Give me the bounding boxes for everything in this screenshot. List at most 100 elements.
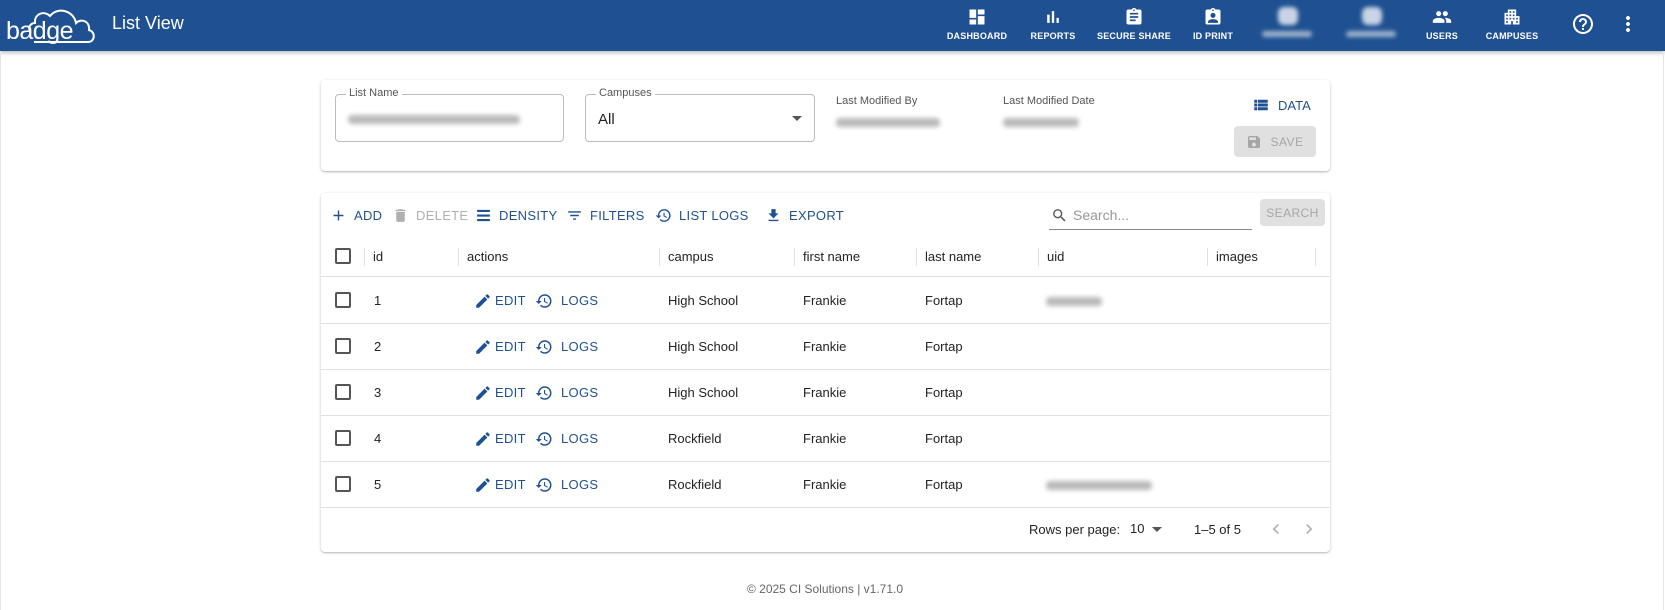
density-button[interactable]: DENSITY bbox=[475, 203, 557, 227]
nav-item-redacted-1[interactable] bbox=[1258, 7, 1316, 41]
column-header-campus[interactable]: campus bbox=[659, 236, 714, 277]
save-button[interactable]: SAVE bbox=[1234, 126, 1316, 157]
list-name-field[interactable]: List Name bbox=[335, 87, 564, 142]
row-checkbox[interactable] bbox=[335, 430, 351, 446]
list-details-card: List Name Campuses All Last Modified By … bbox=[321, 80, 1330, 171]
plus-icon bbox=[333, 210, 344, 220]
save-icon bbox=[1248, 135, 1261, 148]
table-row[interactable]: 4 EDIT LOGS Rockfield Frankie Fortap bbox=[321, 416, 1330, 462]
edit-button[interactable]: EDIT bbox=[474, 462, 526, 507]
edit-button[interactable]: EDIT bbox=[474, 370, 526, 415]
bar-chart-icon bbox=[1047, 11, 1059, 23]
redacted-label bbox=[1262, 31, 1312, 37]
page-title: List View bbox=[112, 13, 184, 33]
right-border bbox=[1663, 51, 1664, 610]
edit-button[interactable]: EDIT bbox=[474, 416, 526, 461]
column-header-actions[interactable]: actions bbox=[458, 236, 508, 277]
list-logs-button[interactable]: LIST LOGS bbox=[655, 203, 749, 227]
row-checkbox[interactable] bbox=[335, 338, 351, 354]
trash-icon bbox=[395, 208, 406, 222]
select-all-checkbox[interactable] bbox=[335, 248, 351, 264]
more-menu-button[interactable] bbox=[1616, 12, 1640, 36]
data-button[interactable]: DATA bbox=[1252, 96, 1311, 114]
badge-logo[interactable]: badge bbox=[4, 4, 96, 46]
cell-campus: High School bbox=[668, 293, 739, 308]
edit-button[interactable]: EDIT bbox=[474, 324, 526, 369]
table-row[interactable]: 5 EDIT LOGS Rockfield Frankie Fortap bbox=[321, 462, 1330, 508]
search-box bbox=[1049, 201, 1252, 230]
column-header-id[interactable]: id bbox=[364, 236, 383, 277]
row-checkbox[interactable] bbox=[335, 476, 351, 492]
nav-reports-label: REPORTS bbox=[1030, 31, 1076, 41]
logs-label: LOGS bbox=[561, 339, 599, 354]
cell-id: 3 bbox=[374, 385, 382, 400]
edit-label: EDIT bbox=[495, 339, 526, 354]
nav-id-print[interactable]: ID PRINT bbox=[1190, 7, 1236, 43]
cell-campus: Rockfield bbox=[668, 431, 722, 446]
column-header-images[interactable]: images bbox=[1207, 236, 1258, 277]
chevron-left-icon bbox=[1272, 524, 1279, 534]
logs-button[interactable]: LOGS bbox=[535, 370, 598, 415]
rows-per-page-select[interactable]: 10 bbox=[1130, 521, 1144, 536]
column-header-last-name[interactable]: last name bbox=[916, 236, 981, 277]
next-page-button[interactable] bbox=[1299, 519, 1319, 539]
history-icon bbox=[535, 339, 552, 354]
nav-users[interactable]: USERS bbox=[1424, 7, 1460, 43]
add-button[interactable]: ADD bbox=[330, 203, 382, 227]
search-button[interactable]: SEARCH bbox=[1260, 199, 1325, 226]
logs-button[interactable]: LOGS bbox=[535, 278, 598, 323]
logs-label: LOGS bbox=[561, 293, 599, 308]
nav-dashboard[interactable]: DASHBOARD bbox=[947, 7, 1007, 43]
save-button-label: SAVE bbox=[1270, 134, 1304, 149]
campuses-value: All bbox=[598, 111, 615, 128]
cell-id: 4 bbox=[374, 431, 382, 446]
nav-secure-share[interactable]: SECURE SHARE bbox=[1095, 7, 1173, 43]
uid-value-redacted bbox=[1046, 297, 1102, 306]
table-row[interactable]: 1 EDIT LOGS High School Frankie Fortap bbox=[321, 278, 1330, 324]
pagination-range: 1–5 of 5 bbox=[1194, 522, 1241, 537]
copyright-footer: © 2025 CI Solutions | v1.71.0 bbox=[746, 582, 904, 596]
help-button[interactable] bbox=[1571, 12, 1595, 36]
campuses-select[interactable]: Campuses All bbox=[585, 87, 815, 142]
export-button[interactable]: EXPORT bbox=[765, 203, 844, 227]
filters-button[interactable]: FILTERS bbox=[566, 203, 645, 227]
chevron-right-icon bbox=[1306, 524, 1313, 534]
logs-button[interactable]: LOGS bbox=[535, 324, 598, 369]
search-icon bbox=[1053, 209, 1066, 222]
last-modified-by-value-redacted bbox=[836, 118, 940, 127]
redacted-label bbox=[1346, 31, 1396, 37]
grid-header: id actions campus first name last name u… bbox=[321, 236, 1330, 277]
last-modified-date-label: Last Modified Date bbox=[1003, 95, 1095, 107]
cell-first-name: Frankie bbox=[803, 477, 847, 492]
nav-item-redacted-2[interactable] bbox=[1342, 7, 1400, 41]
logo-text: badge bbox=[6, 17, 74, 45]
redacted-icon bbox=[1362, 7, 1382, 25]
logs-button[interactable]: LOGS bbox=[535, 416, 598, 461]
nav-reports[interactable]: REPORTS bbox=[1028, 7, 1078, 43]
delete-button-label: DELETE bbox=[416, 207, 469, 223]
search-input[interactable] bbox=[1073, 204, 1248, 226]
previous-page-button[interactable] bbox=[1266, 519, 1286, 539]
logs-label: LOGS bbox=[561, 431, 599, 446]
table-row[interactable]: 2 EDIT LOGS High School Frankie Fortap bbox=[321, 324, 1330, 370]
logs-label: LOGS bbox=[561, 385, 599, 400]
pagination-bar: Rows per page: 10 1–5 of 5 bbox=[321, 507, 1330, 552]
edit-button[interactable]: EDIT bbox=[474, 278, 526, 323]
table-row[interactable]: 3 EDIT LOGS High School Frankie Fortap bbox=[321, 370, 1330, 416]
row-checkbox[interactable] bbox=[335, 292, 351, 308]
last-modified-by-label: Last Modified By bbox=[836, 95, 918, 107]
cell-id: 2 bbox=[374, 339, 382, 354]
column-header-first-name[interactable]: first name bbox=[794, 236, 860, 277]
column-header-uid[interactable]: uid bbox=[1038, 236, 1064, 277]
building-icon bbox=[1504, 9, 1520, 25]
history-icon bbox=[535, 477, 552, 492]
people-icon bbox=[1432, 11, 1452, 23]
cell-last-name: Fortap bbox=[925, 385, 963, 400]
edit-label: EDIT bbox=[495, 431, 526, 446]
row-checkbox[interactable] bbox=[335, 384, 351, 400]
logs-button[interactable]: LOGS bbox=[535, 462, 598, 507]
cell-campus: Rockfield bbox=[668, 477, 722, 492]
nav-campuses[interactable]: CAMPUSES bbox=[1485, 7, 1539, 43]
edit-label: EDIT bbox=[495, 385, 526, 400]
delete-button[interactable]: DELETE bbox=[392, 203, 468, 227]
